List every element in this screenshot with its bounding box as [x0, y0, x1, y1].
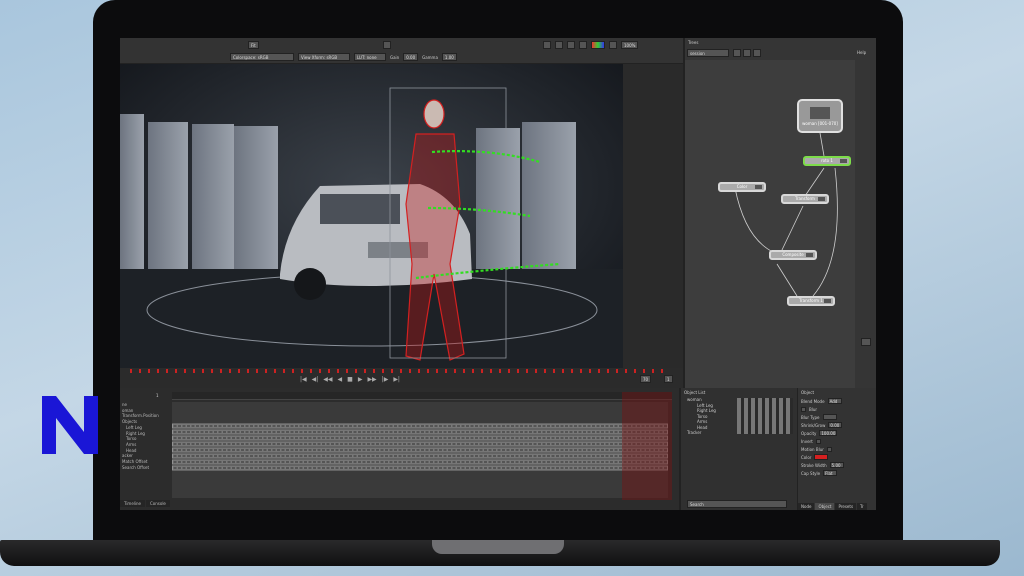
search-icon[interactable]: [555, 41, 563, 49]
lut-select[interactable]: LUT: none: [354, 53, 386, 61]
trees-side-strip: [855, 60, 876, 388]
color-node-label: Color: [736, 184, 748, 189]
tab-tr[interactable]: Tr: [857, 503, 867, 510]
source-thumbnail: [810, 107, 830, 119]
toolbar-row-2: Colorspace: sRGB View Xform: sRGB LUT: n…: [230, 51, 457, 63]
color-label: Color: [801, 454, 812, 460]
ruler-start-label: 1: [156, 393, 159, 398]
object-properties-panel: Object Blend Mode Add Blur Blur Type Shri…: [797, 388, 876, 510]
viewer-image: [120, 64, 623, 368]
trees-panel: Trees session Help woman [001-070] roto …: [683, 38, 876, 388]
object-panel-tabs: Node Object Presets Tr: [798, 503, 867, 510]
object-search-input[interactable]: Search: [687, 500, 787, 508]
object-list-title: Object List: [684, 390, 706, 395]
prev-key-icon[interactable]: ◀|: [312, 376, 319, 383]
motion-blur-checkbox[interactable]: [826, 446, 832, 452]
motion-blur-label: Motion Blur: [801, 446, 824, 452]
dopesheet-panel: 1 ne oman Transform.Position Objects Lef…: [120, 388, 683, 510]
tab-object[interactable]: Object: [815, 503, 835, 510]
gain-label: Gain: [390, 54, 400, 60]
transform-node[interactable]: Transform: [781, 194, 829, 204]
blur-label: Blur: [809, 406, 818, 412]
timeline-bar[interactable]: |◀ ◀| ◀◀ ◀ ■ ▶ ▶▶ |▶ ▶| 70 1: [120, 368, 683, 388]
alpha-icon[interactable]: [609, 41, 617, 49]
next-key-icon[interactable]: |▶: [382, 376, 389, 383]
opacity-label: Opacity: [801, 430, 817, 436]
step-forward-icon[interactable]: ▶▶: [367, 376, 376, 383]
dopesheet-keyframes[interactable]: [171, 402, 669, 498]
source-node-label: woman [001-070]: [802, 121, 838, 126]
invert-label: Invert: [801, 438, 813, 444]
shrink-grow-field[interactable]: 0.00: [828, 422, 843, 428]
keyframe-grid: [171, 423, 669, 471]
gamma-field[interactable]: 1.00: [441, 53, 457, 61]
blend-mode-select[interactable]: Add: [827, 398, 842, 404]
blur-checkbox[interactable]: [801, 406, 806, 412]
snapshot-icon[interactable]: [382, 41, 391, 49]
transport-controls: |◀ ◀| ◀◀ ◀ ■ ▶ ▶▶ |▶ ▶|: [300, 376, 400, 383]
play-back-icon[interactable]: ◀: [338, 376, 343, 383]
color-node[interactable]: Color: [718, 182, 766, 192]
channels-icon[interactable]: [591, 41, 605, 49]
object-list-panel: Object List woman Left Leg Right Leg Tor…: [679, 388, 797, 510]
overlay-icon[interactable]: [543, 41, 551, 49]
n-logo: [42, 396, 98, 454]
shrink-grow-label: Shrink/Grow: [801, 422, 826, 428]
laptop-notch: [432, 540, 564, 554]
transform1-node-label: Transform 1: [799, 298, 823, 303]
node-connections: [734, 132, 838, 297]
source-node[interactable]: woman [001-070]: [797, 99, 843, 133]
toolbar-row-1-right: 100%: [543, 39, 639, 51]
viewer-margin: [623, 64, 683, 368]
tab-node[interactable]: Node: [798, 503, 815, 510]
tab-presets[interactable]: Presets: [835, 503, 857, 510]
mask-icon[interactable]: [579, 41, 587, 49]
transform-node-label: Transform: [795, 196, 815, 201]
stroke-width-field[interactable]: 5.00: [829, 462, 844, 468]
colorspace-select[interactable]: Colorspace: sRGB: [230, 53, 294, 61]
transform1-node[interactable]: Transform 1: [787, 296, 835, 306]
roto-node[interactable]: roto 1: [803, 156, 851, 166]
grid-icon[interactable]: [567, 41, 575, 49]
blur-type-label: Blur Type: [801, 414, 820, 420]
view-xform-select[interactable]: View Xform: sRGB: [298, 53, 350, 61]
cap-style-label: Cap Style: [801, 470, 821, 476]
composite-node[interactable]: Composite: [769, 250, 817, 260]
current-frame-field[interactable]: 70: [640, 375, 652, 383]
toolbar-row-1: Fit: [248, 39, 391, 51]
blur-type-select[interactable]: [822, 414, 837, 420]
zoom-fit-select[interactable]: Fit: [248, 41, 259, 49]
opacity-field[interactable]: 100.00: [819, 430, 838, 436]
out-of-range-region: [622, 392, 672, 500]
first-frame-icon[interactable]: |◀: [300, 376, 307, 383]
last-frame-icon[interactable]: ▶|: [393, 376, 400, 383]
bottom-tabs: Timeline Console: [120, 500, 170, 507]
app-screen: Fit 100% Colorspace: sRGB View Xform: sR…: [120, 38, 876, 510]
tab-console[interactable]: Console: [146, 500, 170, 507]
start-frame-field[interactable]: 1: [664, 375, 673, 383]
stop-icon[interactable]: ■: [347, 376, 353, 383]
object-flags-grid[interactable]: [737, 398, 793, 434]
tab-timeline[interactable]: Timeline: [120, 500, 146, 507]
roto-node-label: roto 1: [821, 158, 833, 163]
color-swatch[interactable]: [814, 454, 829, 460]
viewer-toolbar: Fit 100% Colorspace: sRGB View Xform: sR…: [120, 38, 683, 64]
play-icon[interactable]: ▶: [358, 376, 363, 383]
stroke-width-label: Stroke Width: [801, 462, 827, 468]
gain-field[interactable]: 0.00: [403, 53, 419, 61]
object-panel-title: Object: [801, 390, 815, 395]
cap-style-select[interactable]: Flat: [823, 470, 838, 476]
gamma-label: Gamma: [422, 54, 438, 60]
keyframe-ticks: [130, 369, 670, 373]
dopesheet-track-labels: ne oman Transform.Position Objects Left …: [120, 402, 170, 502]
navigator-icon[interactable]: [861, 338, 871, 346]
composite-node-label: Composite: [782, 252, 804, 257]
blend-mode-label: Blend Mode: [801, 398, 825, 404]
viewer-canvas[interactable]: [120, 64, 683, 368]
invert-checkbox[interactable]: [815, 438, 821, 444]
dopesheet-ruler[interactable]: 1: [156, 392, 672, 400]
track-label[interactable]: Search Offset: [120, 465, 170, 471]
zoom-level-select[interactable]: 100%: [621, 41, 639, 49]
step-back-icon[interactable]: ◀◀: [323, 376, 332, 383]
